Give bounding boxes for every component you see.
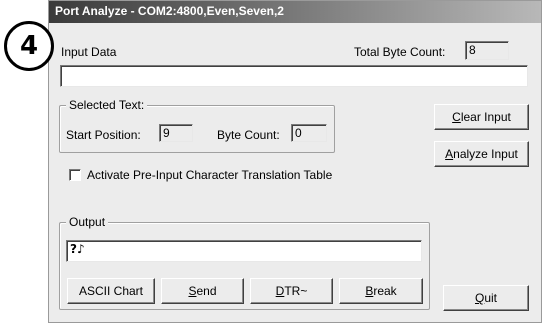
quit-label: uit [484,291,498,305]
quit-button[interactable]: Quit [443,285,529,311]
break-button[interactable]: Break [339,278,423,304]
byte-count-label: Byte Count: [217,128,280,142]
clear-input-button[interactable]: Clear Input [434,104,529,130]
dtr-mnemonic: D [275,284,285,298]
send-button[interactable]: Send [161,278,244,304]
break-mnemonic: B [365,284,374,298]
translation-table-checkbox[interactable] [69,169,81,181]
byte-count-field: 0 [291,124,327,142]
analyze-input-button[interactable]: Analyze Input [434,141,529,167]
port-analyze-window: Port Analyze - COM2:4800,Even,Seven,2 In… [48,0,542,323]
clear-input-label: lear Input [460,110,511,124]
input-data-field[interactable] [60,65,528,87]
send-label: end [196,284,217,298]
translation-table-label[interactable]: Activate Pre-Input Character Translation… [87,168,332,182]
step-number-badge: 4 [4,21,54,71]
dtr-label: TR~ [284,284,308,298]
send-mnemonic: S [188,284,197,298]
selected-text-title: Selected Text: [66,98,148,112]
input-data-label: Input Data [61,45,117,59]
title-bar[interactable]: Port Analyze - COM2:4800,Even,Seven,2 [49,1,541,23]
dtr-button[interactable]: D TR~ [250,278,333,304]
total-byte-count-field: 8 [465,41,509,60]
analyze-input-mnemonic: A [445,147,454,161]
total-byte-count-label: Total Byte Count: [354,45,446,59]
clear-input-mnemonic: C [452,110,461,124]
output-title: Output [66,215,109,229]
quit-mnemonic: Q [474,291,485,305]
break-label: reak [373,284,397,298]
start-position-label: Start Position: [66,128,141,142]
output-field[interactable]: ?♪ [66,240,422,262]
window-title: Port Analyze - COM2:4800,Even,Seven,2 [55,4,284,18]
start-position-field: 9 [159,124,193,142]
analyze-input-label: nalyze Input [453,147,518,161]
ascii-chart-button[interactable]: ASCII Chart [67,278,155,304]
